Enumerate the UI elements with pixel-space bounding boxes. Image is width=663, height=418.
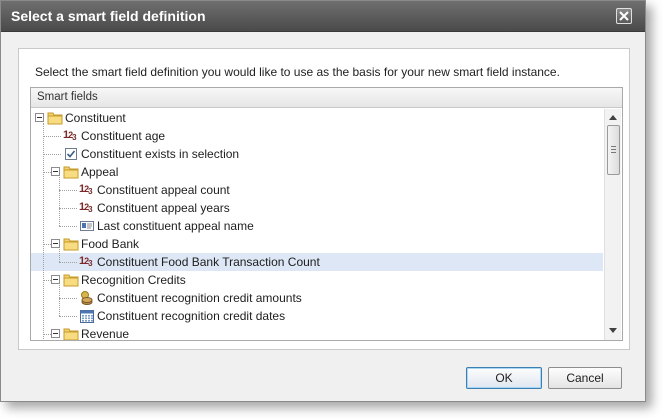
instruction-text: Select the smart field definition you wo… <box>35 65 560 79</box>
text-field-icon <box>79 218 95 234</box>
vertical-scrollbar[interactable] <box>604 109 621 340</box>
tree-folder-row[interactable]: Constituent <box>31 109 603 127</box>
tree-folder-row[interactable]: Appeal <box>31 163 603 181</box>
tree-field-row[interactable]: 123 Constituent appeal count <box>31 181 603 199</box>
tree-header: Smart fields <box>31 88 622 108</box>
tree-item-label: Appeal <box>81 165 119 179</box>
tree-item-label: Last constituent appeal name <box>97 219 254 233</box>
tree-connector <box>43 334 51 335</box>
date-field-icon <box>79 308 95 324</box>
tree-folder-row[interactable]: Food Bank <box>31 235 603 253</box>
scroll-up-arrow-icon[interactable] <box>609 115 617 120</box>
tree-body: Constituent 123 Constituent age Constituent… <box>31 109 603 340</box>
tree-item-label: Recognition Credits <box>81 273 186 287</box>
tree-field-row[interactable]: Constituent recognition credit amounts <box>31 289 603 307</box>
scroll-down-arrow-icon[interactable] <box>609 328 617 333</box>
dialog-content: Select the smart field definition you wo… <box>18 48 630 350</box>
dialog-titlebar[interactable]: Select a smart field definition <box>1 1 645 32</box>
tree-connector <box>59 208 77 209</box>
tree-connector <box>43 123 44 340</box>
ok-button[interactable]: OK <box>466 367 542 389</box>
tree-field-row[interactable]: 123 Constituent age <box>31 127 603 145</box>
cancel-button[interactable]: Cancel <box>548 367 622 389</box>
tree-connector <box>43 244 51 245</box>
tree-connector <box>43 154 61 155</box>
tree-item-label: Revenue <box>81 327 130 340</box>
tree-connector <box>43 280 51 281</box>
close-button[interactable] <box>616 8 632 24</box>
tree-connector <box>59 285 60 316</box>
folder-icon <box>63 164 79 180</box>
grip-line <box>611 146 616 147</box>
tree-field-row[interactable]: 123 Constituent Food Bank Transaction Cou… <box>31 253 603 271</box>
tree-item-label: Constituent <box>65 111 126 125</box>
tree-field-row[interactable]: Last constituent appeal name <box>31 217 603 235</box>
collapse-toggle-icon[interactable] <box>35 113 44 122</box>
number-field-icon: 123 <box>79 255 93 268</box>
tree-connector <box>43 172 51 173</box>
tree-connector <box>43 136 61 137</box>
tree-item-label: Food Bank <box>81 237 140 251</box>
checkbox-field-icon <box>63 146 79 162</box>
grip-line <box>611 152 616 153</box>
tree-folder-row[interactable]: Recognition Credits <box>31 271 603 289</box>
number-field-icon: 123 <box>79 201 93 214</box>
number-field-icon: 123 <box>63 129 77 142</box>
collapse-toggle-icon[interactable] <box>51 239 60 248</box>
smart-field-dialog: Select a smart field definition Select t… <box>0 0 646 402</box>
folder-icon <box>63 236 79 252</box>
tree-connector <box>59 177 60 226</box>
collapse-toggle-icon[interactable] <box>51 167 60 176</box>
tree-field-row[interactable]: Constituent recognition credit dates <box>31 307 603 325</box>
tree-connector <box>59 262 77 263</box>
tree-item-label: Constituent Food Bank Transaction Count <box>97 255 320 269</box>
tree-item-label: Constituent appeal count <box>97 183 230 197</box>
tree-connector <box>59 316 77 317</box>
tree-connector <box>59 298 77 299</box>
tree-connector <box>59 190 77 191</box>
tree-connector <box>59 249 60 262</box>
folder-icon <box>63 272 79 288</box>
collapse-toggle-icon[interactable] <box>51 275 60 284</box>
tree-field-row[interactable]: 123 Constituent appeal years <box>31 199 603 217</box>
tree-item-label: Constituent recognition credit amounts <box>97 291 302 305</box>
tree-header-label: Smart fields <box>37 91 98 103</box>
folder-icon <box>47 110 63 126</box>
grip-line <box>611 149 616 150</box>
folder-icon <box>63 326 79 340</box>
tree-item-label: Constituent exists in selection <box>81 147 240 161</box>
tree-connector <box>59 226 77 227</box>
dialog-title: Select a smart field definition <box>11 8 206 24</box>
close-icon <box>619 11 629 21</box>
collapse-toggle-icon[interactable] <box>51 329 60 338</box>
tree-field-row[interactable]: Constituent exists in selection <box>31 145 603 163</box>
scroll-thumb[interactable] <box>607 125 620 175</box>
currency-field-icon <box>79 290 95 306</box>
tree-item-label: Constituent recognition credit dates <box>97 309 286 323</box>
smart-fields-tree: Smart fields Constituent 123 Constituent a… <box>30 87 623 341</box>
number-field-icon: 123 <box>79 183 93 196</box>
tree-folder-row[interactable]: Revenue <box>31 325 603 340</box>
tree-item-label: Constituent appeal years <box>97 201 230 215</box>
tree-item-label: Constituent age <box>81 129 166 143</box>
